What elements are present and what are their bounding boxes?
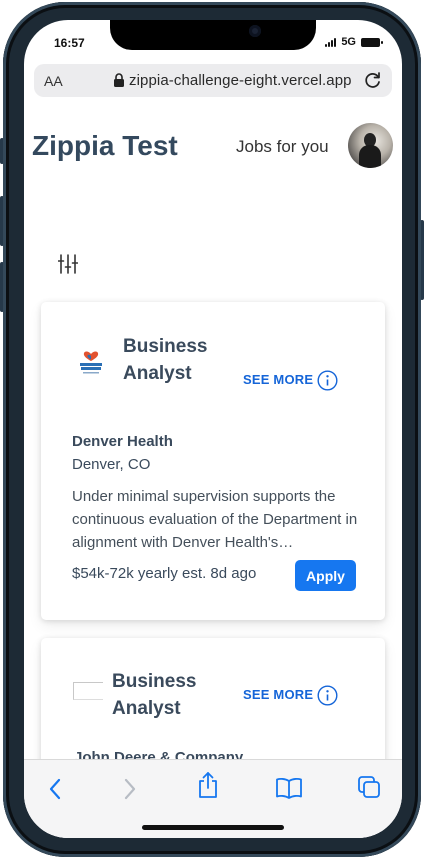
info-icon[interactable]: [317, 685, 338, 711]
tabs-icon[interactable]: [357, 775, 381, 804]
see-more-button[interactable]: SEE MORE: [243, 687, 313, 702]
text-size-button[interactable]: AA: [44, 73, 63, 89]
see-more-button[interactable]: SEE MORE: [243, 372, 313, 387]
back-icon[interactable]: [48, 778, 62, 805]
jobs-for-you-link[interactable]: Jobs for you: [236, 137, 329, 157]
job-title[interactable]: Business Analyst: [123, 333, 223, 387]
posted-date: 8d ago: [210, 565, 257, 582]
address-bar[interactable]: AA zippia-challenge-eight.vercel.app: [34, 64, 392, 97]
broken-image-icon: [73, 682, 103, 700]
job-title[interactable]: Business Analyst: [112, 668, 212, 722]
bookmarks-icon[interactable]: [275, 777, 303, 804]
job-location: Denver, CO: [72, 456, 151, 473]
lock-icon: [113, 73, 125, 93]
reload-icon[interactable]: [364, 71, 382, 95]
status-time: 16:57: [54, 36, 85, 50]
phone-screen: 16:57 5G AA zippia-challenge-eight.verce…: [24, 20, 402, 838]
battery-icon: [361, 37, 383, 47]
filter-sliders-icon[interactable]: [57, 253, 79, 280]
apply-button[interactable]: Apply: [295, 560, 356, 591]
front-camera: [249, 25, 261, 37]
network-label: 5G: [341, 36, 356, 48]
job-card[interactable]: Business Analyst SEE MORE Denver Health …: [41, 302, 385, 620]
user-avatar[interactable]: [348, 123, 393, 168]
job-description: Under minimal supervision supports the c…: [72, 488, 358, 551]
share-icon[interactable]: [197, 771, 219, 804]
status-indicators: 5G: [325, 36, 383, 48]
home-indicator: [142, 825, 284, 830]
company-logo: [79, 342, 103, 376]
salary-estimate: $54k-72k yearly est.: [72, 565, 207, 582]
info-icon[interactable]: [317, 370, 338, 396]
url-text[interactable]: zippia-challenge-eight.vercel.app: [129, 72, 352, 89]
notch: [110, 20, 316, 50]
signal-icon: [325, 37, 337, 47]
salary-info: $54k-72k yearly est. 8d ago: [72, 565, 256, 582]
forward-icon[interactable]: [123, 778, 137, 805]
company-name: Denver Health: [72, 433, 173, 450]
page-title: Zippia Test: [32, 130, 178, 161]
